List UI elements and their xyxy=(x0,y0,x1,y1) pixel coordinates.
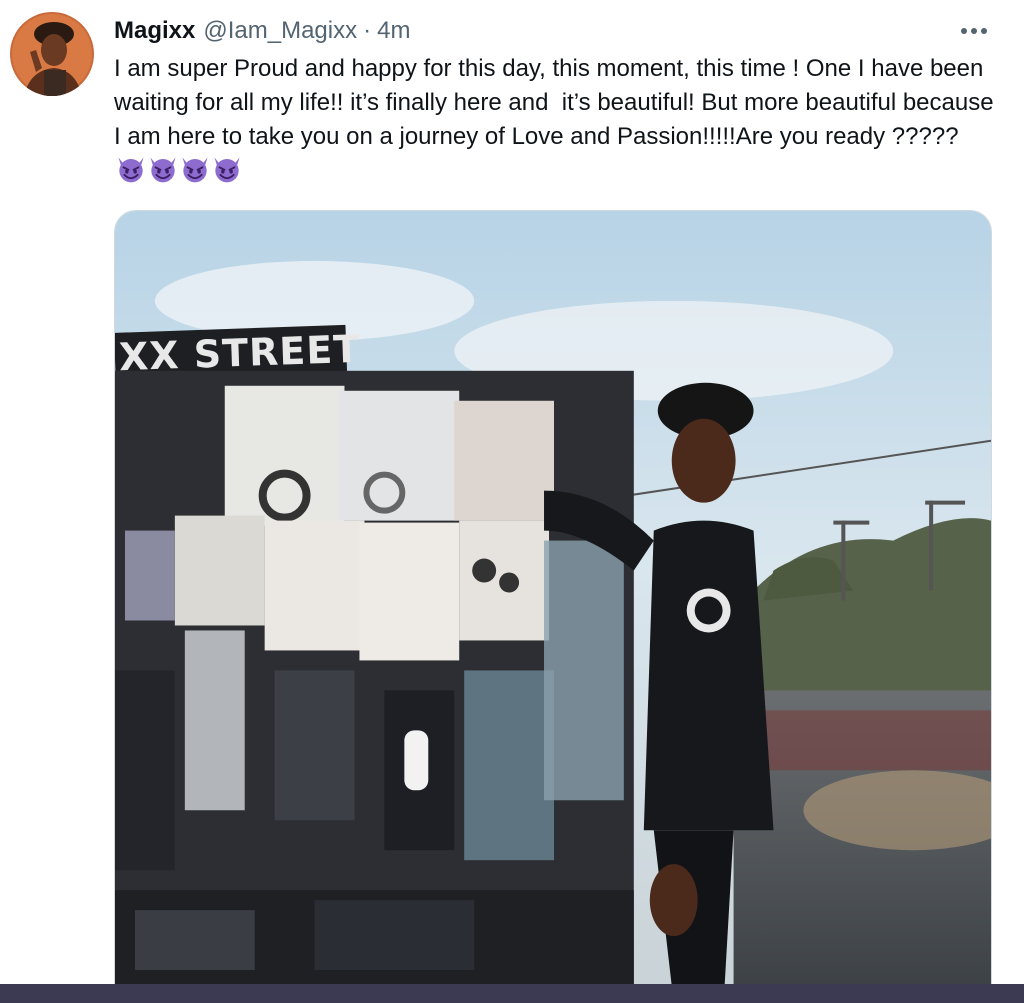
smiling-face-with-horns-emoji xyxy=(148,154,178,184)
display-name[interactable]: Magixx xyxy=(114,14,195,48)
tweet-body: I am super Proud and happy for this day,… xyxy=(114,55,1001,150)
tweet[interactable]: Magixx @Iam_Magixx · 4m I am super Proud… xyxy=(0,0,1024,1003)
smiling-face-with-horns-emoji xyxy=(116,154,146,184)
smiling-face-with-horns-emoji xyxy=(180,154,210,184)
avatar[interactable] xyxy=(10,12,94,96)
tweet-media-image[interactable]: XX STREET xyxy=(114,210,992,1003)
separator-dot: · xyxy=(363,17,372,44)
more-horizontal-icon xyxy=(961,28,987,34)
tweet-text: I am super Proud and happy for this day,… xyxy=(114,52,1004,190)
bottom-bar xyxy=(0,984,1024,1003)
timestamp[interactable]: 4m xyxy=(377,14,410,48)
more-button[interactable] xyxy=(950,14,998,48)
tweet-header: Magixx @Iam_Magixx · 4m xyxy=(114,14,410,48)
street-sign-text: XX STREET xyxy=(118,326,361,380)
avatar-image xyxy=(10,12,94,96)
user-handle[interactable]: @Iam_Magixx xyxy=(203,14,357,48)
emoji-group xyxy=(116,154,242,184)
smiling-face-with-horns-emoji xyxy=(212,154,242,184)
